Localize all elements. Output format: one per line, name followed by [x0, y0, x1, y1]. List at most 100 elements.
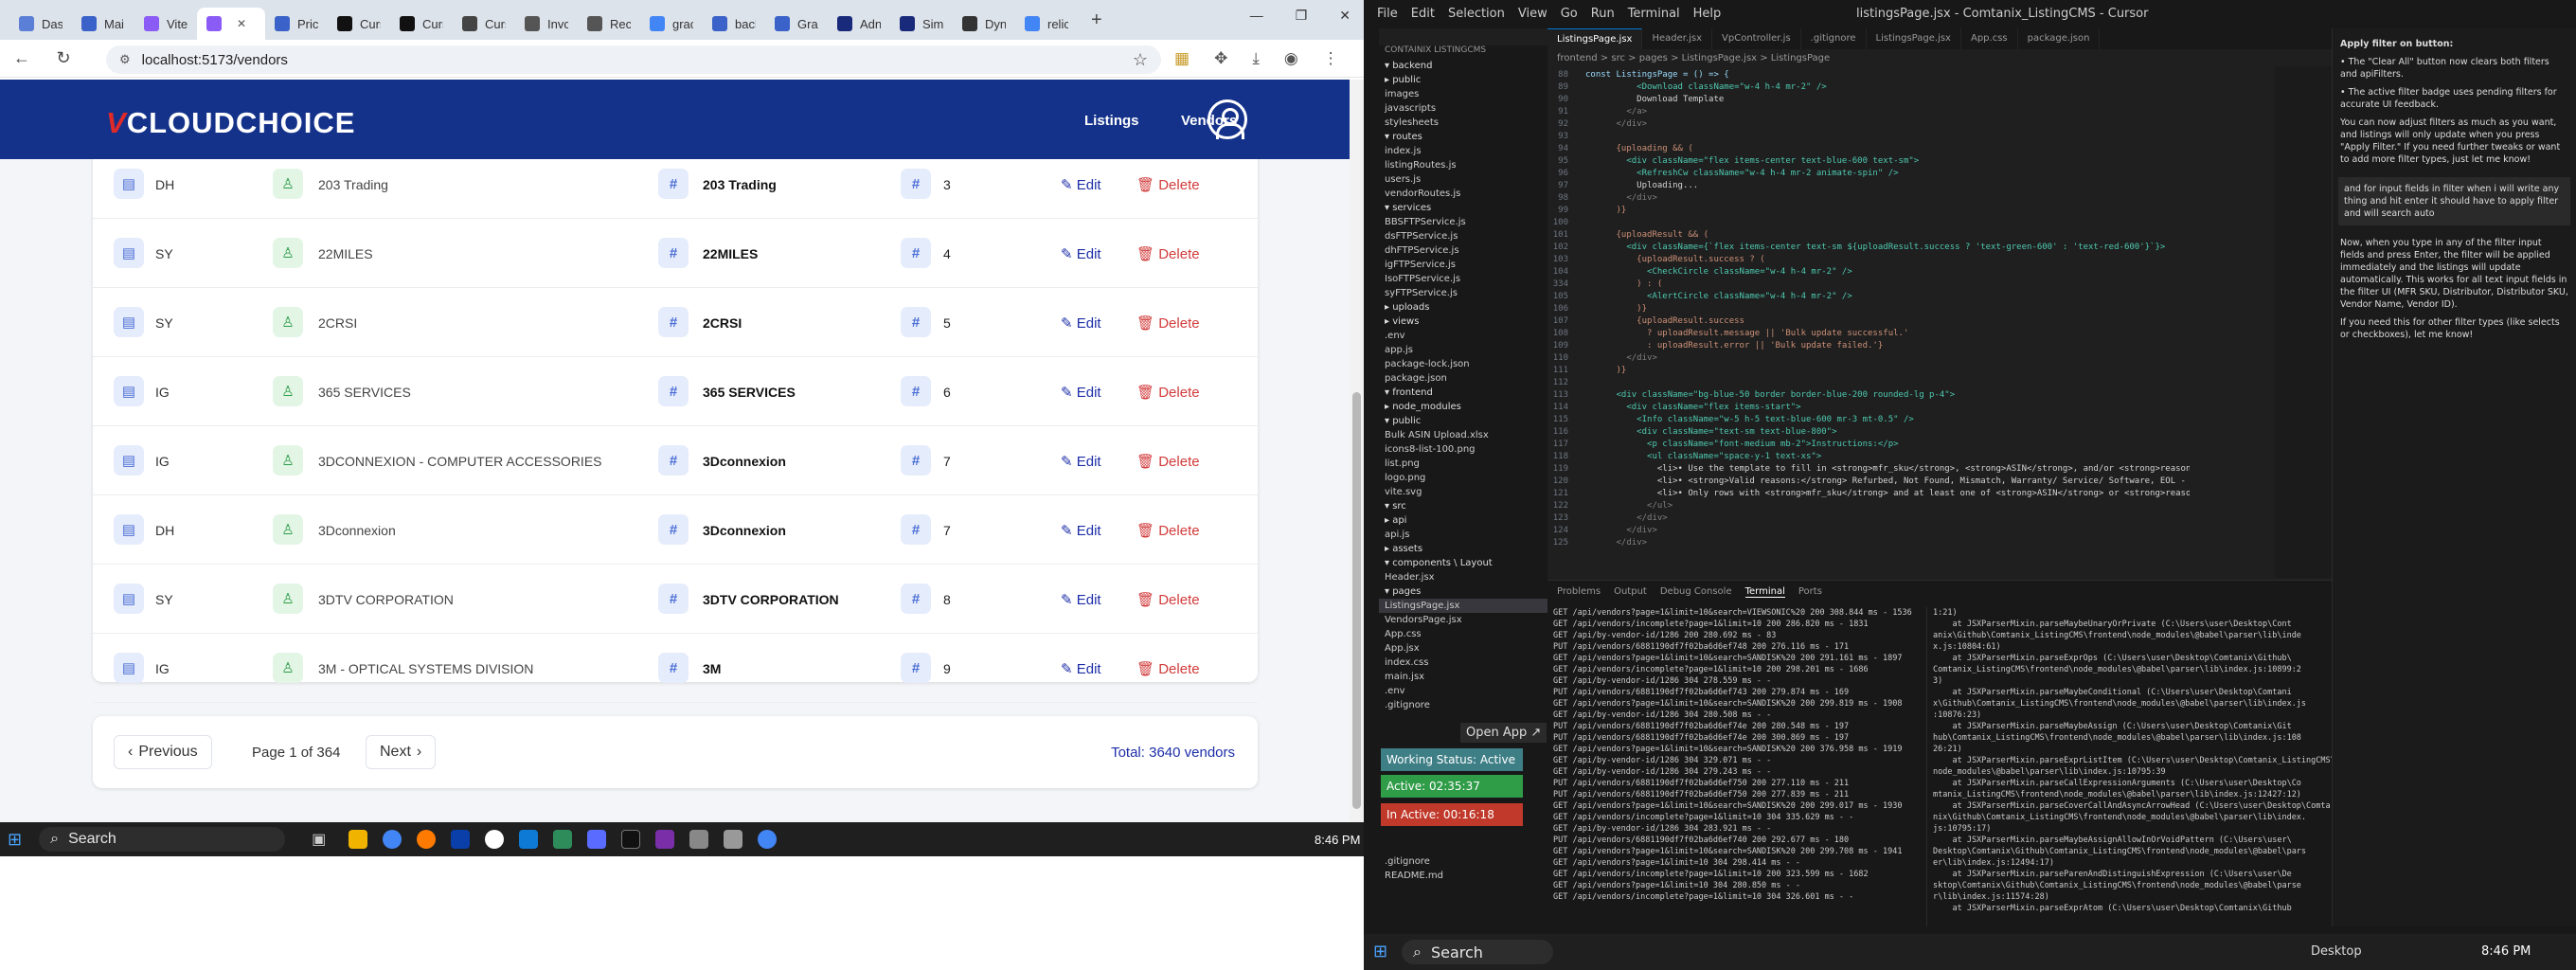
- editor-tab[interactable]: App.css: [1961, 28, 2018, 49]
- explorer-file[interactable]: dhFTPService.js: [1379, 243, 1547, 258]
- menu-item[interactable]: Run: [1591, 7, 1615, 21]
- taskbar-search[interactable]: ⌕ Search: [39, 827, 286, 852]
- edit-button[interactable]: ✎ Edit: [1061, 522, 1101, 539]
- explorer-file[interactable]: vite.svg: [1379, 485, 1547, 499]
- panel-tab[interactable]: Terminal: [1744, 586, 1785, 598]
- chrome-icon[interactable]: [383, 830, 402, 849]
- menu-item[interactable]: File: [1377, 7, 1398, 21]
- explorer-file[interactable]: ListingsPage.jsx: [1379, 599, 1547, 613]
- browser-tab[interactable]: Adn: [828, 8, 890, 40]
- menu-item[interactable]: Edit: [1411, 7, 1435, 21]
- taskbar-search[interactable]: ⌕ Search: [1402, 940, 1553, 964]
- explorer-file[interactable]: package-lock.json: [1379, 357, 1547, 371]
- file-explorer-icon[interactable]: [349, 830, 368, 849]
- explorer-folder[interactable]: ▾ public: [1379, 414, 1547, 428]
- download-icon[interactable]: ⤓: [1252, 49, 1260, 68]
- delete-button[interactable]: 🗑 Delete: [1136, 591, 1200, 608]
- puzzle-icon[interactable]: ✥: [1214, 49, 1227, 68]
- explorer-file[interactable]: BBSFTPService.js: [1379, 215, 1547, 229]
- explorer-folder[interactable]: ▾ routes: [1379, 130, 1547, 144]
- browser-tab[interactable]: ✕: [197, 8, 265, 40]
- edit-button[interactable]: ✎ Edit: [1061, 314, 1101, 332]
- explorer-file[interactable]: IsoFTPService.js: [1379, 272, 1547, 286]
- explorer-file[interactable]: main.jsx: [1379, 670, 1547, 684]
- user-avatar-icon[interactable]: [1208, 99, 1247, 139]
- explorer-file[interactable]: stylesheets: [1379, 116, 1547, 130]
- edit-button[interactable]: ✎ Edit: [1061, 453, 1101, 470]
- explorer-file[interactable]: api.js: [1379, 528, 1547, 542]
- clock[interactable]: 8:46 PM: [2481, 944, 2531, 959]
- explorer-folder[interactable]: ▸ assets: [1379, 542, 1547, 556]
- browser-tab[interactable]: bacl: [703, 8, 765, 40]
- explorer-folder[interactable]: ▸ api: [1379, 513, 1547, 528]
- windows-start-icon[interactable]: ⊞: [1373, 942, 1387, 961]
- menu-item[interactable]: Terminal: [1628, 7, 1680, 21]
- browser-tab[interactable]: Sim: [890, 8, 953, 40]
- explorer-folder[interactable]: ▸ node_modules: [1379, 400, 1547, 414]
- browser-tab[interactable]: grac: [640, 8, 703, 40]
- menu-item[interactable]: Help: [1693, 7, 1722, 21]
- explorer-file[interactable]: igFTPService.js: [1379, 258, 1547, 272]
- explorer-file[interactable]: .gitignore: [1379, 854, 1547, 869]
- editor-tab[interactable]: .gitignore: [1801, 28, 1867, 49]
- explorer-file[interactable]: listingRoutes.js: [1379, 158, 1547, 172]
- edit-button[interactable]: ✎ Edit: [1061, 591, 1101, 608]
- browser-tab[interactable]: Vite: [134, 8, 197, 40]
- bookmark-star-icon[interactable]: ☆: [1133, 50, 1148, 70]
- editor-tab[interactable]: ListingsPage.jsx: [1867, 28, 1961, 49]
- explorer-file[interactable]: logo.png: [1379, 471, 1547, 485]
- chrome-icon[interactable]: [758, 830, 778, 849]
- explorer-folder[interactable]: ▾ components \ Layout: [1379, 556, 1547, 570]
- explorer-folder[interactable]: ▾ backend: [1379, 59, 1547, 73]
- app-icon[interactable]: [587, 830, 607, 849]
- explorer-folder[interactable]: ▾ services: [1379, 201, 1547, 215]
- next-page-button[interactable]: Next ›: [366, 735, 437, 769]
- menu-item[interactable]: Selection: [1448, 7, 1505, 21]
- terminal-backend[interactable]: GET /api/vendors?page=1&limit=10&search=…: [1547, 607, 1926, 929]
- onenote-icon[interactable]: [655, 830, 675, 849]
- explorer-file[interactable]: dsFTPService.js: [1379, 229, 1547, 243]
- desktop-label[interactable]: Desktop: [2311, 944, 2362, 959]
- edit-button[interactable]: ✎ Edit: [1061, 660, 1101, 677]
- app-icon[interactable]: [724, 830, 743, 849]
- explorer-file[interactable]: App.css: [1379, 627, 1547, 641]
- explorer-file[interactable]: .env: [1379, 329, 1547, 343]
- url-text[interactable]: localhost:5173/vendors: [142, 52, 288, 68]
- browser-tab[interactable]: Curs: [390, 8, 453, 40]
- edit-button[interactable]: ✎ Edit: [1061, 384, 1101, 401]
- panel-tab[interactable]: Ports: [1798, 586, 1822, 598]
- browser-tab[interactable]: Pric: [265, 8, 328, 40]
- explorer-file[interactable]: Bulk ASIN Upload.xlsx: [1379, 428, 1547, 442]
- cloudchoice-logo[interactable]: VCLOUDCHOICE: [106, 106, 355, 140]
- delete-button[interactable]: 🗑 Delete: [1136, 660, 1200, 677]
- delete-button[interactable]: 🗑 Delete: [1136, 176, 1200, 193]
- clock[interactable]: 8:46 PM: [1315, 833, 1360, 847]
- delete-button[interactable]: 🗑 Delete: [1136, 384, 1200, 401]
- explorer-file[interactable]: images: [1379, 87, 1547, 101]
- browser-tab[interactable]: Das: [9, 8, 72, 40]
- explorer-folder[interactable]: ▸ uploads: [1379, 300, 1547, 314]
- explorer-folder[interactable]: ▾ frontend: [1379, 386, 1547, 400]
- firefox-icon[interactable]: [417, 830, 437, 849]
- explorer-file[interactable]: javascripts: [1379, 101, 1547, 116]
- refresh-icon[interactable]: ↻: [47, 48, 80, 68]
- explorer-file[interactable]: users.js: [1379, 172, 1547, 187]
- maximize-button[interactable]: ❐: [1296, 8, 1308, 24]
- browser-tab[interactable]: Curs: [328, 8, 390, 40]
- site-info-icon[interactable]: ⚙: [119, 52, 131, 67]
- app-icon[interactable]: [485, 830, 505, 849]
- panel-tab[interactable]: Output: [1614, 586, 1647, 598]
- app-icon[interactable]: [451, 830, 471, 849]
- terminal-frontend[interactable]: 1:21) at JSXParserMixin.parseMaybeUnaryO…: [1926, 607, 2332, 929]
- editor-tab[interactable]: VpController.js: [1712, 28, 1801, 49]
- browser-tab[interactable]: Rec: [578, 8, 640, 40]
- excel-icon[interactable]: [553, 830, 573, 849]
- explorer-file[interactable]: App.jsx: [1379, 641, 1547, 656]
- panel-tab[interactable]: Problems: [1557, 586, 1601, 598]
- panel-tab[interactable]: Debug Console: [1660, 586, 1732, 598]
- delete-button[interactable]: 🗑 Delete: [1136, 245, 1200, 262]
- menu-kebab-icon[interactable]: ⋮: [1323, 49, 1339, 68]
- cursor-icon[interactable]: [621, 830, 641, 849]
- windows-start-icon[interactable]: ⊞: [8, 830, 22, 850]
- browser-tab[interactable]: Curs: [453, 8, 515, 40]
